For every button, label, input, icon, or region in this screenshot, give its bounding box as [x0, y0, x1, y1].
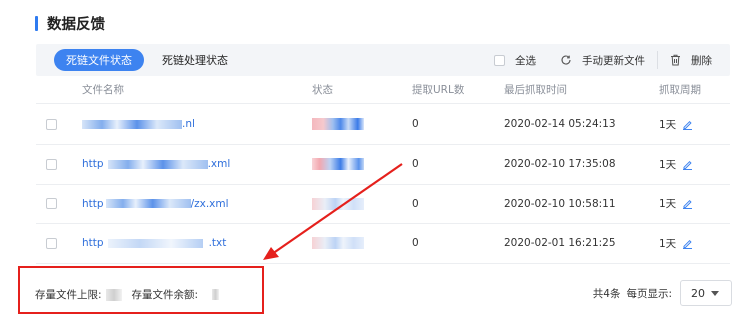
url-count: 0	[412, 158, 419, 171]
status-redacted	[312, 118, 364, 130]
tab-dead-link-process-status[interactable]: 死链处理状态	[150, 49, 240, 71]
file-name-link[interactable]: http .txt	[82, 237, 226, 249]
redacted-name	[105, 199, 191, 209]
file-name-suffix: .txt	[208, 237, 227, 250]
crawl-period-value: 1天	[659, 198, 677, 211]
edit-icon[interactable]	[682, 159, 693, 170]
caret-down-icon	[711, 290, 719, 296]
status-redacted	[312, 158, 364, 171]
table-header: 文件名称 状态 提取URL数 最后抓取时间 抓取周期	[36, 76, 730, 104]
table-row: http .txt 0 2020-02-01 16:21:25 1天	[36, 224, 730, 264]
last-crawl-time: 2020-02-10 17:35:08	[504, 158, 616, 171]
per-page-label: 每页显示:	[626, 287, 672, 300]
url-count: 0	[412, 197, 419, 210]
redacted-name	[107, 238, 203, 248]
table-row: http /zx.xml 0 2020-02-10 10:58:11 1天	[36, 185, 730, 224]
col-status: 状态	[312, 84, 333, 96]
edit-icon[interactable]	[682, 238, 693, 249]
file-name-link[interactable]: http .xml	[82, 158, 230, 170]
edit-icon[interactable]	[682, 119, 693, 130]
last-crawl-time: 2020-02-01 16:21:25	[504, 237, 616, 250]
crawl-period-value: 1天	[659, 158, 677, 171]
edit-icon[interactable]	[682, 198, 693, 210]
url-count: 0	[412, 118, 419, 130]
select-all-checkbox[interactable]	[494, 54, 505, 66]
file-name-suffix: /zx.xml	[190, 197, 229, 210]
file-name-link[interactable]: .nl	[82, 118, 195, 130]
col-crawl-period: 抓取周期	[659, 84, 701, 96]
crawl-period-value: 1天	[659, 118, 677, 131]
pagination: 共4条 每页显示: 20	[593, 280, 732, 306]
row-checkbox[interactable]	[46, 118, 57, 130]
col-file-name: 文件名称	[82, 84, 124, 96]
table-row: http .xml 0 2020-02-10 17:35:08 1天	[36, 145, 730, 185]
url-count: 0	[412, 237, 419, 250]
col-url-count: 提取URL数	[412, 84, 465, 96]
delete-label: 删除	[691, 54, 712, 67]
last-crawl-time: 2020-02-10 10:58:11	[504, 197, 616, 210]
row-checkbox[interactable]	[46, 198, 57, 210]
file-name-suffix: .nl	[182, 118, 195, 130]
annotation-highlight-box	[18, 266, 264, 314]
refresh-icon	[560, 54, 572, 66]
total-count: 共4条	[592, 287, 621, 300]
crawl-period: 1天	[659, 236, 693, 251]
select-all[interactable]: 全选	[494, 53, 536, 68]
row-checkbox[interactable]	[46, 237, 57, 249]
file-name-suffix: .xml	[207, 158, 231, 171]
select-all-label: 全选	[515, 54, 536, 67]
crawl-period: 1天	[659, 117, 693, 132]
refresh-file-button[interactable]: 手动更新文件	[560, 53, 645, 68]
redacted-name	[82, 119, 182, 129]
per-page-value: 20	[691, 286, 705, 300]
toolbar-divider	[657, 51, 658, 69]
file-name-prefix: http	[82, 197, 104, 210]
title-accent-bar	[35, 15, 38, 31]
status-redacted	[312, 237, 364, 250]
refresh-label: 手动更新文件	[582, 54, 645, 67]
col-last-crawl-time: 最后抓取时间	[504, 84, 567, 96]
toolbar: 死链文件状态 死链处理状态 全选 手动更新文件 删除	[36, 44, 730, 76]
redacted-name	[107, 159, 208, 169]
row-checkbox[interactable]	[46, 158, 57, 170]
table-row: .nl 0 2020-02-14 05:24:13 1天	[36, 104, 730, 145]
file-name-link[interactable]: http /zx.xml	[82, 198, 229, 210]
file-name-prefix: http	[82, 237, 104, 250]
last-crawl-time: 2020-02-14 05:24:13	[504, 118, 616, 130]
per-page-select[interactable]: 20	[680, 280, 732, 306]
crawl-period: 1天	[659, 196, 693, 211]
tab-dead-link-file-status[interactable]: 死链文件状态	[54, 49, 144, 71]
crawl-period: 1天	[659, 157, 693, 172]
dead-link-table: 文件名称 状态 提取URL数 最后抓取时间 抓取周期 .nl 0 2020-02…	[36, 76, 730, 264]
delete-button[interactable]: 删除	[670, 53, 712, 68]
section-header: 数据反馈	[35, 12, 105, 34]
status-redacted	[312, 197, 364, 210]
crawl-period-value: 1天	[659, 237, 677, 250]
trash-icon	[670, 54, 681, 66]
page-title: 数据反馈	[47, 16, 105, 33]
file-name-prefix: http	[82, 158, 104, 171]
